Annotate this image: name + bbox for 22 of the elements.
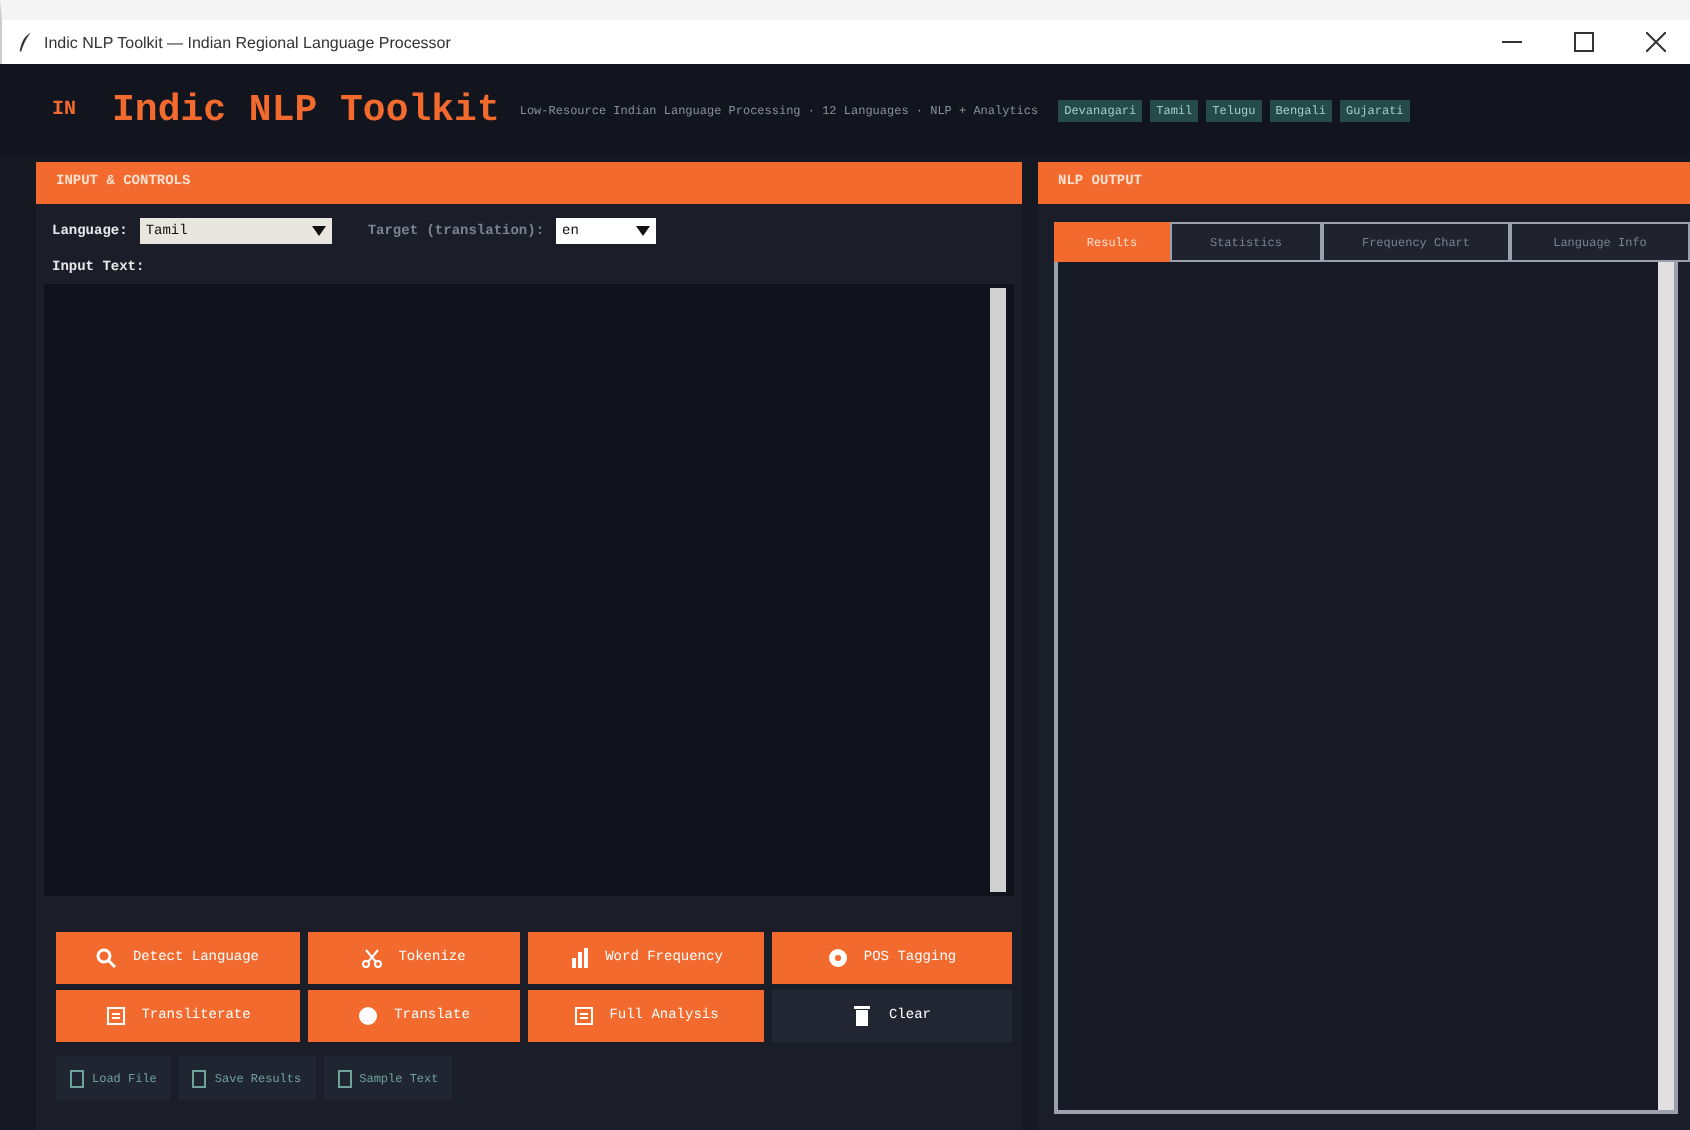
- dot-icon: [827, 948, 848, 968]
- circle-icon: [358, 1006, 379, 1026]
- trash-icon: [852, 1006, 873, 1026]
- document-icon: [105, 1006, 126, 1026]
- input-text-area[interactable]: [44, 284, 1014, 896]
- window-title: Indic NLP Toolkit — Indian Regional Language Processor: [44, 33, 451, 51]
- document-icon: [70, 1069, 84, 1087]
- maximize-icon[interactable]: [1574, 32, 1594, 52]
- bar-chart-icon: [569, 948, 590, 968]
- document-icon: [573, 1006, 594, 1026]
- scrollbar[interactable]: [1658, 262, 1674, 1110]
- feather-icon: [18, 32, 34, 52]
- document-icon: [337, 1069, 352, 1087]
- search-icon: [96, 948, 117, 968]
- caret-icon: [636, 226, 651, 236]
- scissors-icon: [362, 948, 383, 968]
- app-title: Indic NLP Toolkit: [112, 88, 500, 132]
- caret-icon: [311, 226, 326, 236]
- close-icon[interactable]: [1646, 32, 1666, 52]
- logo: IN: [52, 99, 77, 121]
- document-icon: [192, 1069, 207, 1087]
- scrollbar[interactable]: [990, 288, 1006, 892]
